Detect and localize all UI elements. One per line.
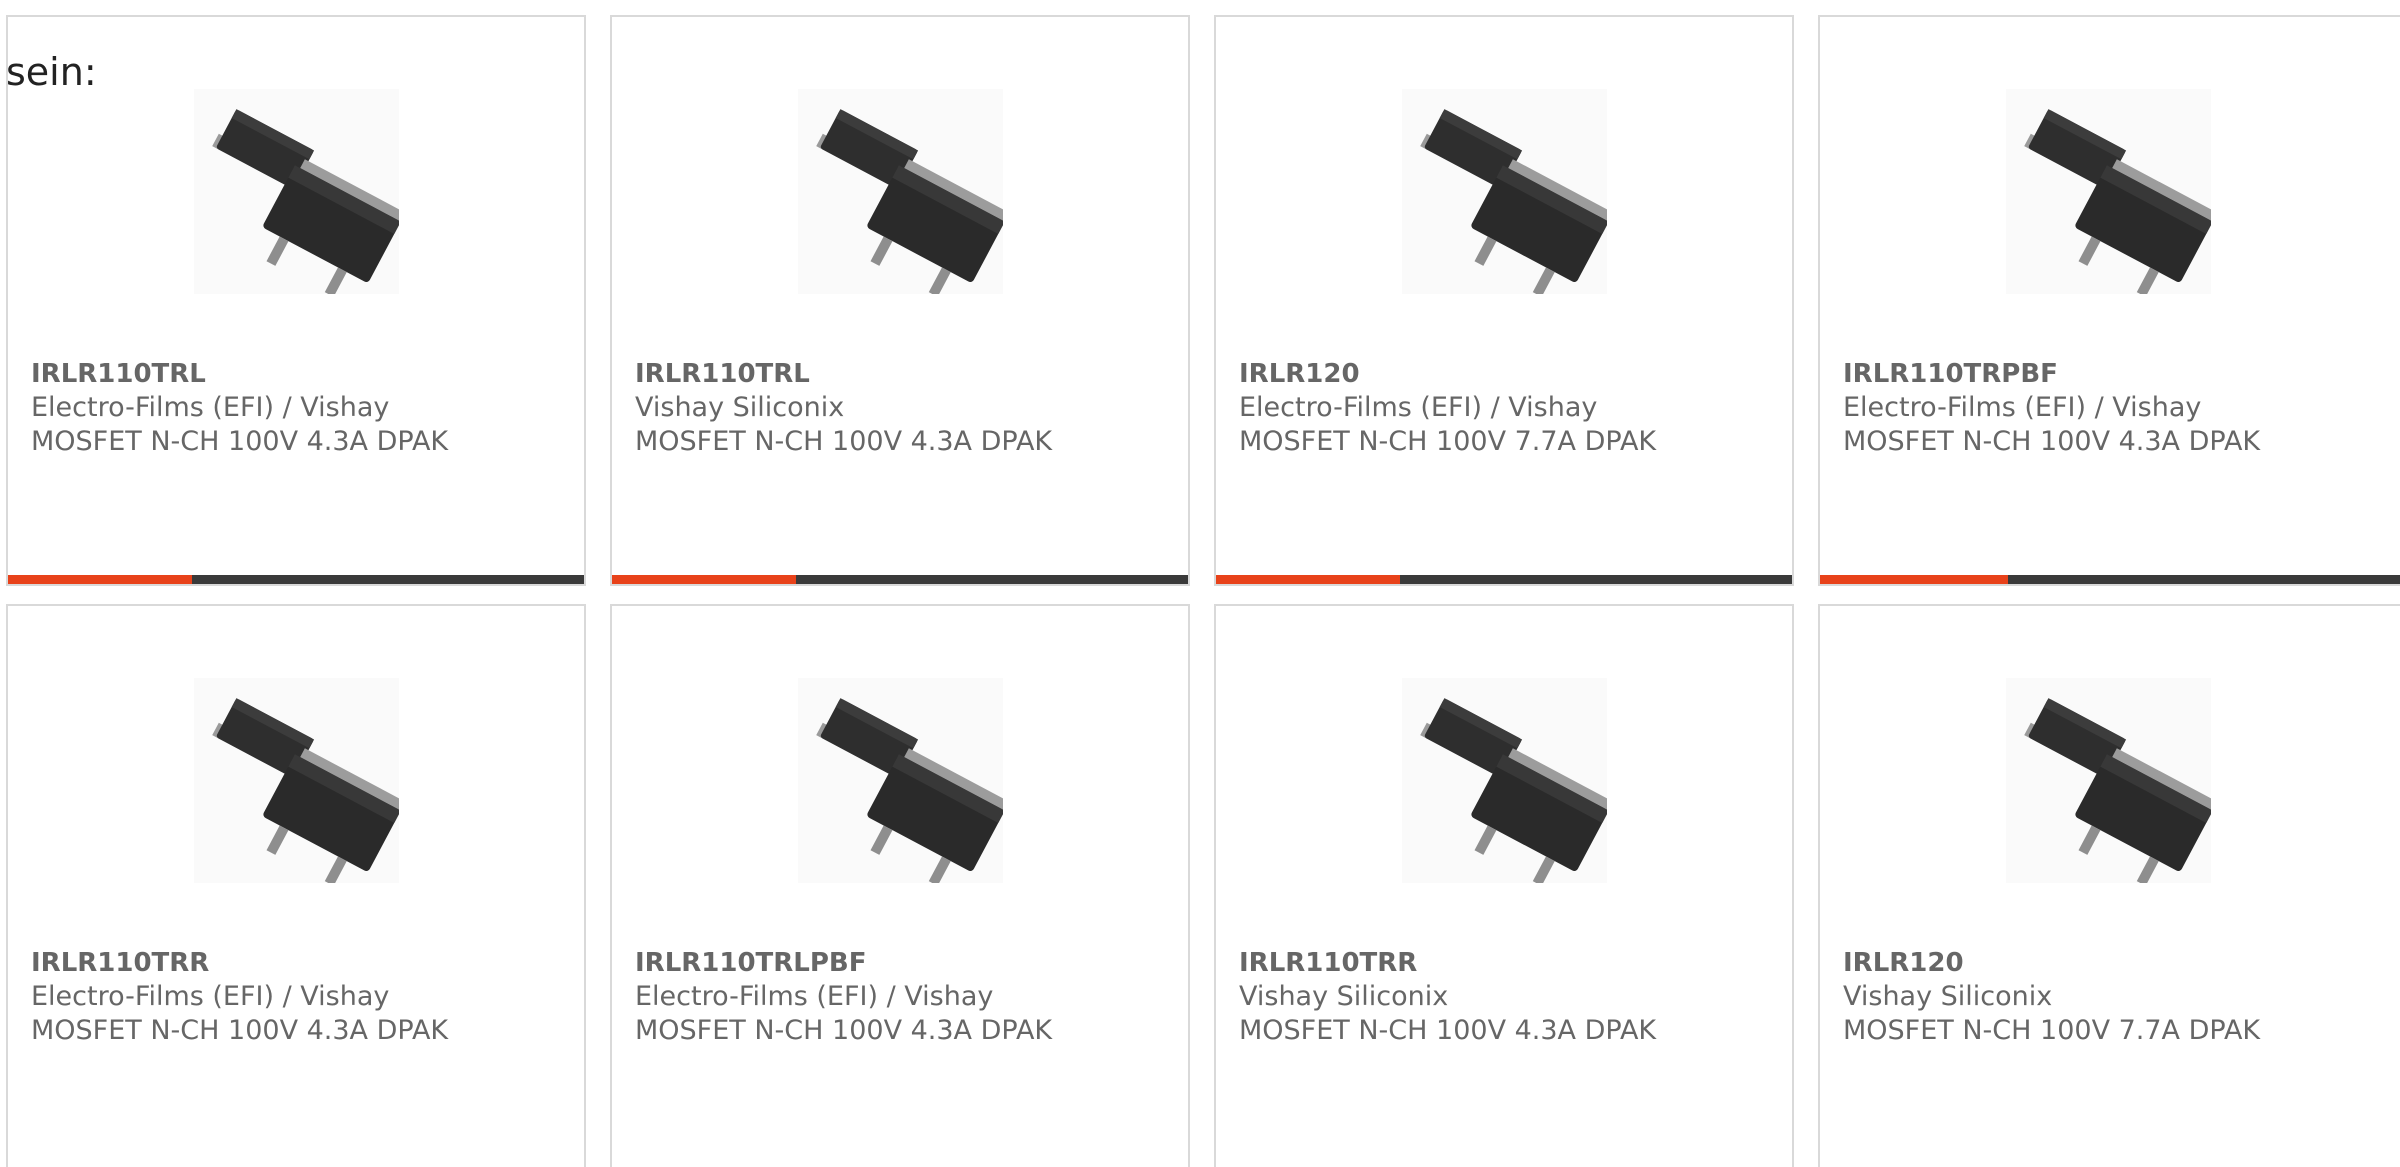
part-number[interactable]: IRLR110TRLPBF xyxy=(635,946,1178,980)
product-card[interactable]: IRLR110TRR Vishay Siliconix MOSFET N-CH … xyxy=(1214,604,1794,1167)
part-number[interactable]: IRLR110TRL xyxy=(635,357,1178,391)
card-progress-fill xyxy=(1820,575,2009,584)
card-progress-fill xyxy=(612,575,797,584)
manufacturer: Electro-Films (EFI) / Vishay xyxy=(635,981,994,1012)
manufacturer: Electro-Films (EFI) / Vishay xyxy=(31,981,390,1012)
product-card[interactable]: IRLR110TRLPBF Electro-Films (EFI) / Vish… xyxy=(610,604,1190,1167)
part-number[interactable]: IRLR120 xyxy=(1239,357,1782,391)
dpak-transistor-icon[interactable] xyxy=(2006,89,2211,294)
description: MOSFET N-CH 100V 4.3A DPAK xyxy=(635,426,1053,457)
dpak-transistor-icon[interactable] xyxy=(2006,678,2211,883)
dpak-transistor-icon[interactable] xyxy=(194,678,399,883)
dpak-transistor-icon[interactable] xyxy=(798,678,1003,883)
intro-text: sein: xyxy=(6,50,97,94)
description: MOSFET N-CH 100V 4.3A DPAK xyxy=(1843,426,2261,457)
product-grid-page: sein: IRLR110TRL Electro-Films (EFI) / V… xyxy=(0,0,2400,1167)
card-progress-bar xyxy=(612,575,1188,584)
product-card[interactable]: IRLR110TRR Electro-Films (EFI) / Vishay … xyxy=(6,604,586,1167)
manufacturer: Vishay Siliconix xyxy=(635,392,845,423)
dpak-transistor-icon[interactable] xyxy=(1402,678,1607,883)
description: MOSFET N-CH 100V 7.7A DPAK xyxy=(1239,426,1657,457)
part-number[interactable]: IRLR110TRL xyxy=(31,357,574,391)
description: MOSFET N-CH 100V 4.3A DPAK xyxy=(31,426,449,457)
dpak-transistor-icon[interactable] xyxy=(1402,89,1607,294)
manufacturer: Electro-Films (EFI) / Vishay xyxy=(1843,392,2202,423)
part-number[interactable]: IRLR110TRR xyxy=(1239,946,1782,980)
dpak-transistor-icon[interactable] xyxy=(194,89,399,294)
description: MOSFET N-CH 100V 4.3A DPAK xyxy=(31,1015,449,1046)
dpak-transistor-icon[interactable] xyxy=(798,89,1003,294)
product-card[interactable]: IRLR110TRL Electro-Films (EFI) / Vishay … xyxy=(6,15,586,586)
part-number[interactable]: IRLR110TRR xyxy=(31,946,574,980)
part-number[interactable]: IRLR120 xyxy=(1843,946,2398,980)
product-card[interactable]: IRLR110TRL Vishay Siliconix MOSFET N-CH … xyxy=(610,15,1190,586)
description: MOSFET N-CH 100V 7.7A DPAK xyxy=(1843,1015,2261,1046)
manufacturer: Vishay Siliconix xyxy=(1843,981,2053,1012)
product-card[interactable]: IRLR120 Vishay Siliconix MOSFET N-CH 100… xyxy=(1818,604,2400,1167)
card-progress-bar xyxy=(1216,575,1792,584)
manufacturer: Electro-Films (EFI) / Vishay xyxy=(31,392,390,423)
card-progress-fill xyxy=(1216,575,1401,584)
description: MOSFET N-CH 100V 4.3A DPAK xyxy=(1239,1015,1657,1046)
product-card[interactable]: IRLR120 Electro-Films (EFI) / Vishay MOS… xyxy=(1214,15,1794,586)
card-progress-bar xyxy=(1820,575,2400,584)
card-progress-bar xyxy=(8,575,584,584)
description: MOSFET N-CH 100V 4.3A DPAK xyxy=(635,1015,1053,1046)
product-card[interactable]: IRLR110TRPBF Electro-Films (EFI) / Visha… xyxy=(1818,15,2400,586)
card-progress-fill xyxy=(8,575,193,584)
part-number[interactable]: IRLR110TRPBF xyxy=(1843,357,2398,391)
manufacturer: Electro-Films (EFI) / Vishay xyxy=(1239,392,1598,423)
manufacturer: Vishay Siliconix xyxy=(1239,981,1449,1012)
